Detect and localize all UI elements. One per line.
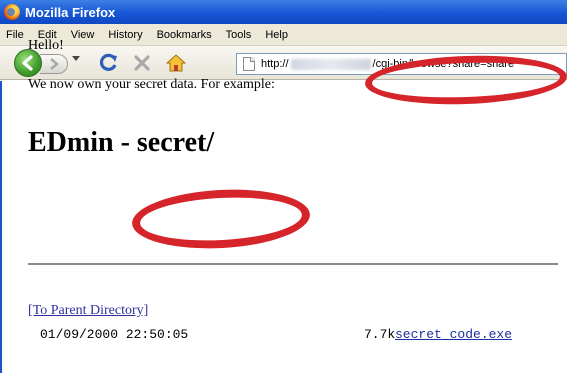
menu-help[interactable]: Help bbox=[265, 29, 288, 41]
menu-view[interactable]: View bbox=[71, 29, 95, 41]
menu-tools[interactable]: Tools bbox=[226, 29, 252, 41]
forward-arrow-icon bbox=[50, 58, 59, 70]
menu-file[interactable]: File bbox=[6, 29, 24, 41]
firefox-logo-icon bbox=[4, 4, 20, 20]
intro-text: We now own your secret data. For example… bbox=[28, 77, 275, 92]
stop-icon[interactable] bbox=[134, 55, 150, 71]
window-title: Mozilla Firefox bbox=[25, 4, 116, 20]
history-dropdown-icon[interactable] bbox=[72, 56, 80, 62]
window-titlebar: Mozilla Firefox bbox=[0, 0, 567, 24]
window-left-border bbox=[0, 81, 2, 373]
file-entry-link[interactable]: secret code.exe bbox=[395, 327, 512, 342]
file-entry-date: 01/09/2000 22:50:05 bbox=[40, 327, 189, 342]
forward-button[interactable] bbox=[40, 54, 68, 74]
reload-icon[interactable] bbox=[99, 53, 119, 73]
page-heading: EDmin - secret/ bbox=[28, 127, 215, 158]
menu-bar: File Edit View History Bookmarks Tools H… bbox=[0, 24, 567, 46]
file-entry-size: 7.7k bbox=[364, 327, 396, 342]
menu-bookmarks[interactable]: Bookmarks bbox=[157, 29, 212, 41]
horizontal-rule bbox=[28, 263, 558, 265]
page-icon bbox=[243, 57, 255, 71]
hello-text: Hello! bbox=[28, 38, 64, 53]
home-icon[interactable] bbox=[166, 54, 186, 72]
heading-annotation-ellipse bbox=[130, 185, 312, 253]
url-prefix: http:// bbox=[261, 58, 289, 70]
parent-directory-link[interactable]: [To Parent Directory] bbox=[28, 303, 148, 319]
url-host-redacted bbox=[290, 58, 371, 70]
menu-history[interactable]: History bbox=[108, 29, 142, 41]
back-arrow-icon bbox=[22, 55, 33, 71]
